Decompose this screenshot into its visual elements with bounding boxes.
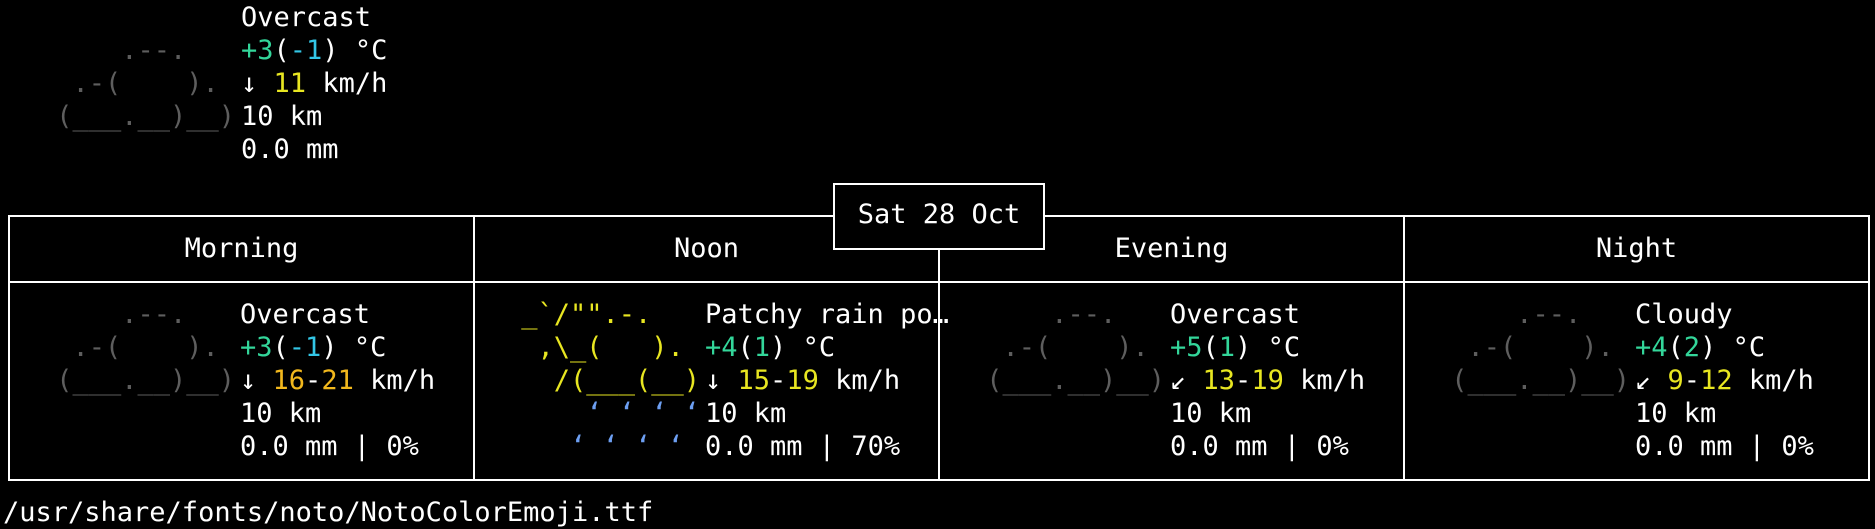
noon-wind-low: 15 <box>737 365 771 396</box>
evening-precipitation: 0.0 mm | 0% <box>1170 431 1349 462</box>
morning-wind-high: 21 <box>321 365 354 396</box>
cloud-art-line-1: .--. <box>40 35 252 66</box>
morning-wind: ↓ 16-21 km/h <box>240 365 436 396</box>
noon-art-line-2: ,\_( ). <box>505 332 717 363</box>
header-morning: Morning <box>184 233 299 264</box>
current-precipitation: 0.0 mm <box>241 134 339 165</box>
night-temp-value: +4 <box>1635 332 1668 363</box>
night-wind-low: 9 <box>1667 365 1684 396</box>
night-art-line-5 <box>1435 430 1646 463</box>
evening-wind-unit: km/h <box>1300 365 1366 396</box>
night-temperature: +4(2) °C <box>1635 332 1766 363</box>
night-temp-unit: °C <box>1732 332 1766 363</box>
evening-art-line-5 <box>970 430 1181 463</box>
morning-temp-unit: °C <box>353 332 387 363</box>
morning-precip-chance: 0% <box>386 431 419 462</box>
wind-direction-icon: ↓ <box>241 68 258 99</box>
current-temp-unit: °C <box>354 35 388 66</box>
current-temp-value: +3 <box>241 35 274 66</box>
current-wind-unit: km/h <box>322 68 388 99</box>
current-visibility: 10 km <box>241 101 323 132</box>
night-precip-value: 0.0 mm <box>1635 431 1733 462</box>
evening-wind: ↙ 13-19 km/h <box>1170 365 1366 396</box>
morning-wind-unit: km/h <box>370 365 436 396</box>
night-art-line-3: (___.__)__) <box>1435 365 1647 396</box>
evening-visibility: 10 km <box>1170 398 1252 429</box>
current-feels-value: -1 <box>289 35 323 66</box>
evening-temperature: +5(1) °C <box>1170 332 1301 363</box>
evening-condition: Overcast <box>1170 299 1301 330</box>
night-art-line-4 <box>1435 397 1646 430</box>
noon-temperature: +4(1) °C <box>705 332 836 363</box>
noon-art-line-4: ‘ ‘ ‘ ‘ <box>505 398 717 429</box>
morning-art-line-5 <box>40 430 251 463</box>
morning-temp-value: +3 <box>240 332 273 363</box>
noon-precip-chance: 70% <box>851 431 901 462</box>
night-art-line-1: .--. <box>1435 299 1647 330</box>
noon-wind-unit: km/h <box>835 365 901 396</box>
night-visibility: 10 km <box>1635 398 1717 429</box>
current-wind-value: 11 <box>273 68 307 99</box>
morning-visibility: 10 km <box>240 398 322 429</box>
evening-temp-unit: °C <box>1267 332 1301 363</box>
morning-wind-direction-icon: ↓ <box>240 365 257 396</box>
noon-art-line-1: _`/"".-. <box>505 299 717 330</box>
noon-wind-direction-icon: ↓ <box>705 365 722 396</box>
header-night: Night <box>1595 233 1678 264</box>
night-precip-chance: 0% <box>1781 431 1814 462</box>
night-wind: ↙ 9-12 km/h <box>1635 365 1814 396</box>
night-feels-value: 2 <box>1683 332 1701 363</box>
noon-feels-value: 1 <box>753 332 771 363</box>
noon-condition: Patchy rain po… <box>705 299 949 330</box>
cloud-art-line-3: (___.__)__) <box>40 101 252 132</box>
evening-precip-value: 0.0 mm <box>1170 431 1268 462</box>
noon-precip-value: 0.0 mm <box>705 431 803 462</box>
morning-temperature: +3(-1) °C <box>240 332 387 363</box>
morning-feels-value: -1 <box>288 332 322 363</box>
noon-wind: ↓ 15-19 km/h <box>705 365 901 396</box>
evening-art-line-4 <box>970 397 1181 430</box>
morning-precipitation: 0.0 mm | 0% <box>240 431 419 462</box>
current-temperature: +3(-1) °C <box>241 35 388 66</box>
morning-art-line-4 <box>40 397 251 430</box>
morning-condition: Overcast <box>240 299 371 330</box>
evening-wind-low: 13 <box>1202 365 1236 396</box>
noon-art-line-3: /(___(__) <box>505 365 717 396</box>
noon-precipitation: 0.0 mm | 70% <box>705 431 901 462</box>
current-condition: Overcast <box>241 2 372 33</box>
evening-art-line-1: .--. <box>970 299 1182 330</box>
noon-visibility: 10 km <box>705 398 787 429</box>
evening-feels-value: 1 <box>1218 332 1236 363</box>
noon-temp-value: +4 <box>705 332 738 363</box>
morning-art-line-3: (___.__)__) <box>40 365 252 396</box>
evening-art-line-3: (___.__)__) <box>970 365 1182 396</box>
noon-temp-unit: °C <box>802 332 836 363</box>
evening-art-line-2: .-( ). <box>970 332 1182 363</box>
night-art-line-2: .-( ). <box>1435 332 1647 363</box>
morning-art-line-1: .--. <box>40 299 252 330</box>
date-label: Sat 28 Oct <box>833 183 1045 250</box>
night-precipitation: 0.0 mm | 0% <box>1635 431 1814 462</box>
night-condition: Cloudy <box>1635 299 1733 330</box>
morning-precip-value: 0.0 mm <box>240 431 338 462</box>
morning-wind-low: 16 <box>272 365 306 396</box>
night-wind-direction-icon: ↙ <box>1635 365 1652 396</box>
noon-wind-high: 19 <box>786 365 819 396</box>
evening-temp-value: +5 <box>1170 332 1203 363</box>
night-wind-high: 12 <box>1700 365 1733 396</box>
evening-wind-direction-icon: ↙ <box>1170 365 1187 396</box>
morning-art-line-2: .-( ). <box>40 332 252 363</box>
current-wind: ↓ 11 km/h <box>241 67 387 100</box>
font-path-text: /usr/share/fonts/noto/NotoColorEmoji.ttf <box>3 497 654 528</box>
night-wind-unit: km/h <box>1748 365 1814 396</box>
noon-art-line-5: ‘ ‘ ‘ ‘ <box>505 431 717 462</box>
evening-wind-high: 19 <box>1251 365 1284 396</box>
evening-precip-chance: 0% <box>1316 431 1349 462</box>
cloud-art-line-2: .-( ). <box>40 68 252 99</box>
